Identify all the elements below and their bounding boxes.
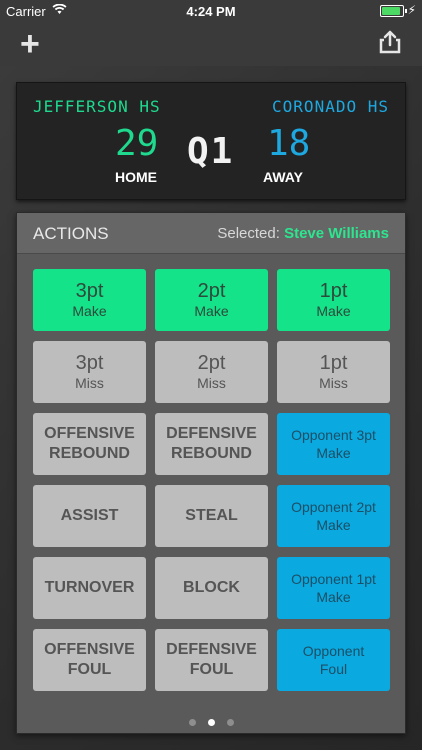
action-button-1pt-miss[interactable]: 1pt Miss [277, 341, 390, 403]
action-button-label: BLOCK [183, 579, 240, 596]
page-dot-3[interactable] [226, 719, 234, 726]
action-button-opponent-2pt-make[interactable]: Opponent 2pt Make [277, 485, 390, 547]
action-button-sublabel: Make [194, 303, 229, 319]
action-button-offensive-foul[interactable]: OFFENSIVE FOUL [33, 629, 146, 691]
action-button-offensive-rebound[interactable]: OFFENSIVE REBOUND [33, 413, 146, 475]
action-button-label: Opponent 2pt [291, 499, 376, 515]
charging-icon: ⚡ [407, 3, 416, 17]
status-bar: Carrier 4:24 PM ⚡ [0, 0, 422, 22]
action-button-label: 3pt [75, 280, 104, 302]
action-button-label: Opponent 3pt [291, 427, 376, 443]
action-button-block[interactable]: BLOCK [155, 557, 268, 619]
battery-icon [380, 5, 407, 17]
action-button-label: STEAL [185, 507, 238, 524]
action-button-opponent-foul[interactable]: Opponent Foul [277, 629, 390, 691]
action-button-defensive-rebound[interactable]: DEFENSIVE REBOUND [155, 413, 268, 475]
action-button-sublabel: Make [316, 517, 351, 533]
action-button-sublabel: Miss [75, 375, 104, 391]
action-button-sublabel: Make [316, 445, 351, 461]
away-team-name: CORONADO HS [272, 97, 389, 116]
page-indicator[interactable] [17, 713, 405, 731]
page-dot-1[interactable] [188, 719, 196, 726]
selected-label: Selected: [217, 225, 280, 242]
action-button-label: 2pt [197, 280, 226, 302]
action-button-label: DEFENSIVE [166, 425, 257, 442]
action-button-1pt-make[interactable]: 1pt Make [277, 269, 390, 331]
action-button-label: 3pt [75, 352, 104, 374]
action-button-sublabel: Miss [197, 375, 226, 391]
actions-title: ACTIONS [33, 224, 109, 243]
action-button-label: 2pt [197, 352, 226, 374]
action-button-sublabel: FOUL [67, 661, 112, 678]
action-button-label: ASSIST [60, 507, 119, 524]
action-button-3pt-miss[interactable]: 3pt Miss [33, 341, 146, 403]
quarter-indicator: Q1 [187, 131, 235, 172]
selected-player[interactable]: Selected: Steve Williams [217, 225, 389, 242]
action-button-sublabel: Miss [319, 375, 348, 391]
home-score: 29 [115, 123, 159, 164]
action-button-label: Opponent [302, 643, 365, 659]
action-button-2pt-make[interactable]: 2pt Make [155, 269, 268, 331]
action-button-steal[interactable]: STEAL [155, 485, 268, 547]
action-button-label: OFFENSIVE [44, 641, 135, 658]
action-button-opponent-1pt-make[interactable]: Opponent 1pt Make [277, 557, 390, 619]
action-button-defensive-foul[interactable]: DEFENSIVE FOUL [155, 629, 268, 691]
status-time: 4:24 PM [186, 4, 236, 19]
share-icon[interactable] [378, 30, 402, 54]
plus-icon[interactable]: + [20, 27, 40, 61]
action-button-sublabel: REBOUND [171, 445, 252, 462]
action-button-3pt-make[interactable]: 3pt Make [33, 269, 146, 331]
page-dot-2[interactable] [207, 719, 215, 726]
action-button-label: OFFENSIVE [44, 425, 135, 442]
scoreboard: JEFFERSON HS CORONADO HS 29 Q1 18 HOME A… [16, 82, 406, 200]
action-button-sublabel: REBOUND [49, 445, 130, 462]
actions-header: ACTIONS Selected: Steve Williams [17, 213, 405, 254]
action-button-turnover[interactable]: TURNOVER [33, 557, 146, 619]
action-button-sublabel: Make [316, 589, 351, 605]
action-button-sublabel: FOUL [189, 661, 234, 678]
nav-bar: + [0, 22, 422, 66]
home-team-name: JEFFERSON HS [33, 97, 161, 116]
away-label: AWAY [263, 169, 303, 185]
action-button-sublabel: Make [316, 303, 351, 319]
action-button-label: Opponent 1pt [291, 571, 376, 587]
action-button-2pt-miss[interactable]: 2pt Miss [155, 341, 268, 403]
action-button-label: 1pt [319, 280, 348, 302]
home-label: HOME [115, 169, 157, 185]
actions-panel: ACTIONS Selected: Steve Williams 3pt Make… [16, 212, 406, 734]
action-button-label: TURNOVER [44, 579, 135, 596]
action-button-label: 1pt [319, 352, 348, 374]
action-button-opponent-3pt-make[interactable]: Opponent 3pt Make [277, 413, 390, 475]
action-button-sublabel: Foul [319, 661, 348, 677]
away-score: 18 [267, 123, 311, 164]
action-button-assist[interactable]: ASSIST [33, 485, 146, 547]
action-button-sublabel: Make [72, 303, 107, 319]
action-button-label: DEFENSIVE [166, 641, 257, 658]
selected-player-name: Steve Williams [284, 225, 389, 242]
